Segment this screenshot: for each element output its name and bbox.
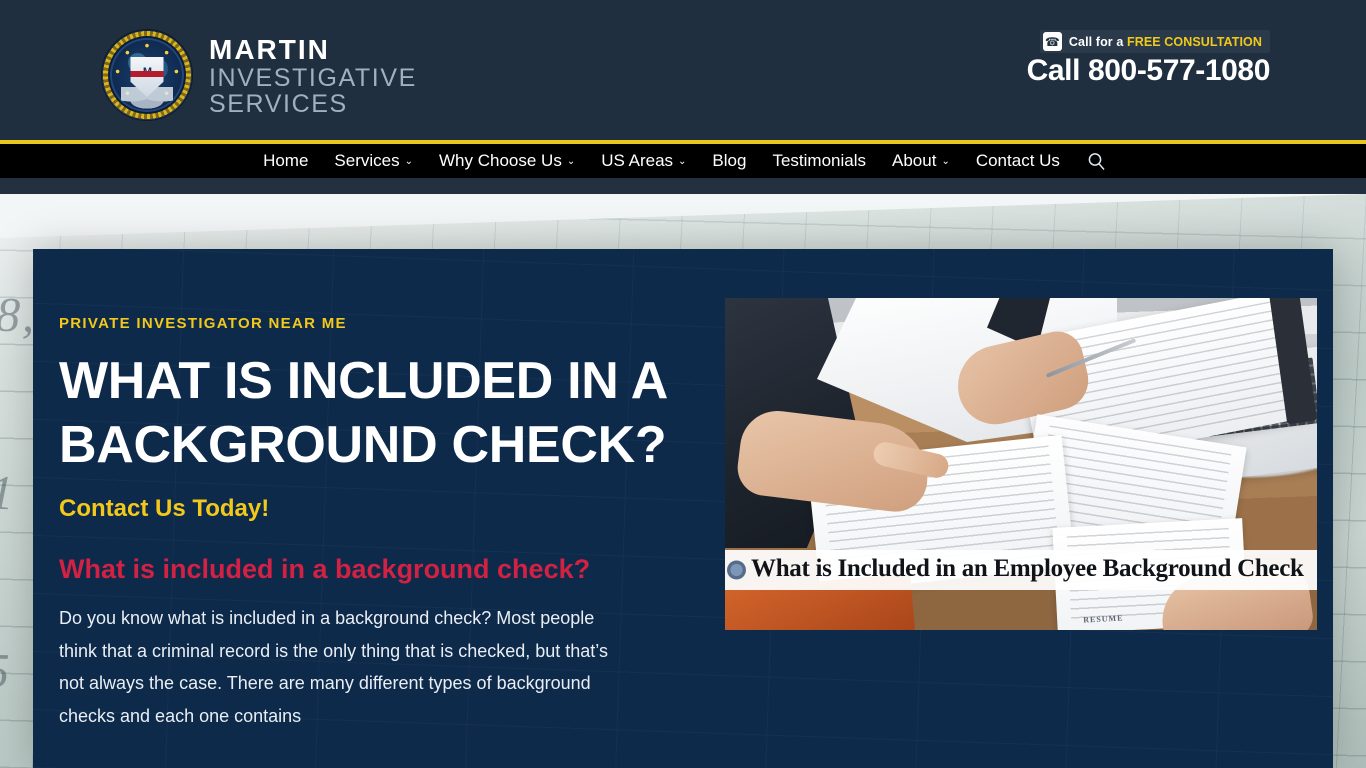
- section-heading: What is included in a background check?: [59, 553, 591, 584]
- hero-text-column: PRIVATE INVESTIGATOR NEAR ME WHAT IS INC…: [33, 249, 693, 768]
- consult-prefix: Call for a: [1068, 34, 1127, 49]
- search-icon[interactable]: [1073, 152, 1116, 171]
- site-header: M MARTIN INVESTIGATIVE SERVICES ☎ Call f…: [0, 0, 1366, 140]
- caption-text: What is Included in an Employee Backgrou…: [751, 555, 1304, 582]
- chevron-down-icon: ⌄: [941, 156, 950, 167]
- logo-line-1: MARTIN: [209, 33, 330, 65]
- nav-item-why-choose-us[interactable]: Why Choose Us ⌄: [426, 151, 588, 171]
- nav-item-testimonials[interactable]: Testimonials: [759, 151, 879, 171]
- nav-label: Contact Us: [975, 151, 1060, 170]
- page-root: 8,450 7.15 9,042.70 2 402.85 31 11 622.0…: [0, 0, 1366, 768]
- logo-wordmark: MARTIN INVESTIGATIVE SERVICES: [209, 34, 417, 117]
- nav-underbar: [0, 178, 1366, 194]
- hero-cta-text[interactable]: Contact Us Today!: [59, 495, 693, 523]
- nav-label: Why Choose Us: [439, 151, 562, 170]
- seal-icon: [727, 560, 746, 580]
- hero-image-caption: What is Included in an Employee Backgrou…: [725, 550, 1317, 590]
- header-call-block: ☎ Call for a FREE CONSULTATION Call 800-…: [1027, 30, 1270, 87]
- agency-badge-icon: M: [102, 30, 192, 120]
- logo-line-2: INVESTIGATIVE: [209, 63, 417, 92]
- nav-label: Testimonials: [772, 151, 866, 170]
- page-title: WHAT IS INCLUDED IN A BACKGROUND CHECK?: [59, 352, 667, 474]
- hero-image-column: RESUME What is Included in an Employee B…: [693, 249, 1317, 768]
- consultation-text: Call for a FREE CONSULTATION: [1069, 35, 1262, 49]
- chevron-down-icon: ⌄: [404, 156, 413, 167]
- consult-highlight: FREE CONSULTATION: [1126, 34, 1262, 49]
- hero-eyebrow: PRIVATE INVESTIGATOR NEAR ME: [59, 315, 347, 332]
- nav-label: Home: [263, 151, 309, 170]
- body-paragraph: Do you know what is included in a backgr…: [59, 607, 608, 727]
- photo-resume-label: RESUME: [1082, 613, 1124, 625]
- hero-image: RESUME What is Included in an Employee B…: [725, 298, 1317, 630]
- nav-item-about[interactable]: About ⌄: [879, 151, 963, 171]
- hero-panel: PRIVATE INVESTIGATOR NEAR ME WHAT IS INC…: [33, 249, 1333, 768]
- main-navigation: Home Services ⌄ Why Choose Us ⌄ US Areas…: [0, 144, 1366, 178]
- nav-item-contact-us[interactable]: Contact Us: [963, 151, 1073, 171]
- phone-number[interactable]: Call 800-577-1080: [1027, 54, 1271, 87]
- logo-line-3: SERVICES: [209, 89, 348, 118]
- nav-label: Services: [334, 151, 400, 170]
- nav-item-blog[interactable]: Blog: [699, 151, 759, 171]
- chevron-down-icon: ⌄: [678, 156, 687, 167]
- nav-item-services[interactable]: Services ⌄: [321, 151, 426, 171]
- nav-item-us-areas[interactable]: US Areas ⌄: [588, 151, 699, 171]
- nav-label: About: [892, 151, 937, 170]
- site-logo[interactable]: M MARTIN INVESTIGATIVE SERVICES: [102, 30, 417, 120]
- phone-icon: ☎: [1042, 32, 1062, 51]
- nav-label: Blog: [712, 151, 747, 170]
- nav-label: US Areas: [601, 151, 674, 170]
- chevron-down-icon: ⌄: [566, 156, 576, 167]
- nav-item-home[interactable]: Home: [250, 151, 321, 171]
- free-consultation-badge[interactable]: ☎ Call for a FREE CONSULTATION: [1039, 30, 1270, 53]
